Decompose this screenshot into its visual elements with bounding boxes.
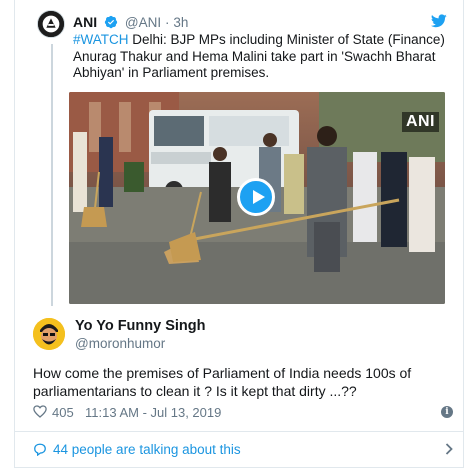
separator-dot: ·	[165, 15, 170, 30]
tweet-meta: 405 11:13 AM - Jul 13, 2019 i	[33, 404, 453, 422]
verified-icon	[104, 15, 118, 29]
quoted-author-name[interactable]: ANI	[73, 14, 97, 30]
heart-icon[interactable]	[33, 405, 47, 418]
info-icon[interactable]: i	[441, 406, 453, 418]
author-avatar[interactable]	[33, 318, 65, 350]
talking-count-label: 44 people are talking about this	[53, 442, 241, 457]
quoted-time[interactable]: 3h	[173, 15, 188, 30]
tweet-timestamp[interactable]: 11:13 AM - Jul 13, 2019	[85, 405, 221, 420]
author-name[interactable]: Yo Yo Funny Singh	[75, 318, 206, 334]
hashtag-link[interactable]: #WATCH	[73, 32, 129, 47]
video-thumbnail[interactable]: ANI	[69, 92, 445, 304]
cartoon-face-icon	[33, 318, 65, 350]
quoted-tweet-header: ANI @ANI · 3h	[73, 14, 188, 30]
ani-watermark: ANI	[401, 112, 439, 132]
comment-bubble-icon	[34, 443, 46, 456]
tweet-card: ANI @ANI · 3h #WATCH Delhi: BJP MPs incl…	[14, 0, 464, 468]
quoted-author-handle[interactable]: @ANI	[125, 15, 161, 30]
thread-connector	[51, 44, 53, 306]
like-count[interactable]: 405	[52, 405, 74, 420]
twitter-bird-icon[interactable]	[431, 14, 447, 28]
quoted-tweet-text: #WATCH Delhi: BJP MPs including Minister…	[73, 32, 453, 82]
chevron-right-icon	[445, 443, 453, 455]
ani-avatar[interactable]	[37, 10, 65, 38]
ani-logo-icon	[38, 11, 64, 37]
author-handle[interactable]: @moronhumor	[75, 336, 165, 351]
tweet-text: How come the premises of Parliament of I…	[33, 365, 412, 399]
play-icon[interactable]	[237, 178, 275, 216]
divider	[15, 431, 463, 432]
conversation-link[interactable]: 44 people are talking about this	[33, 441, 453, 461]
quoted-text-body: Delhi: BJP MPs including Minister of Sta…	[73, 32, 445, 80]
